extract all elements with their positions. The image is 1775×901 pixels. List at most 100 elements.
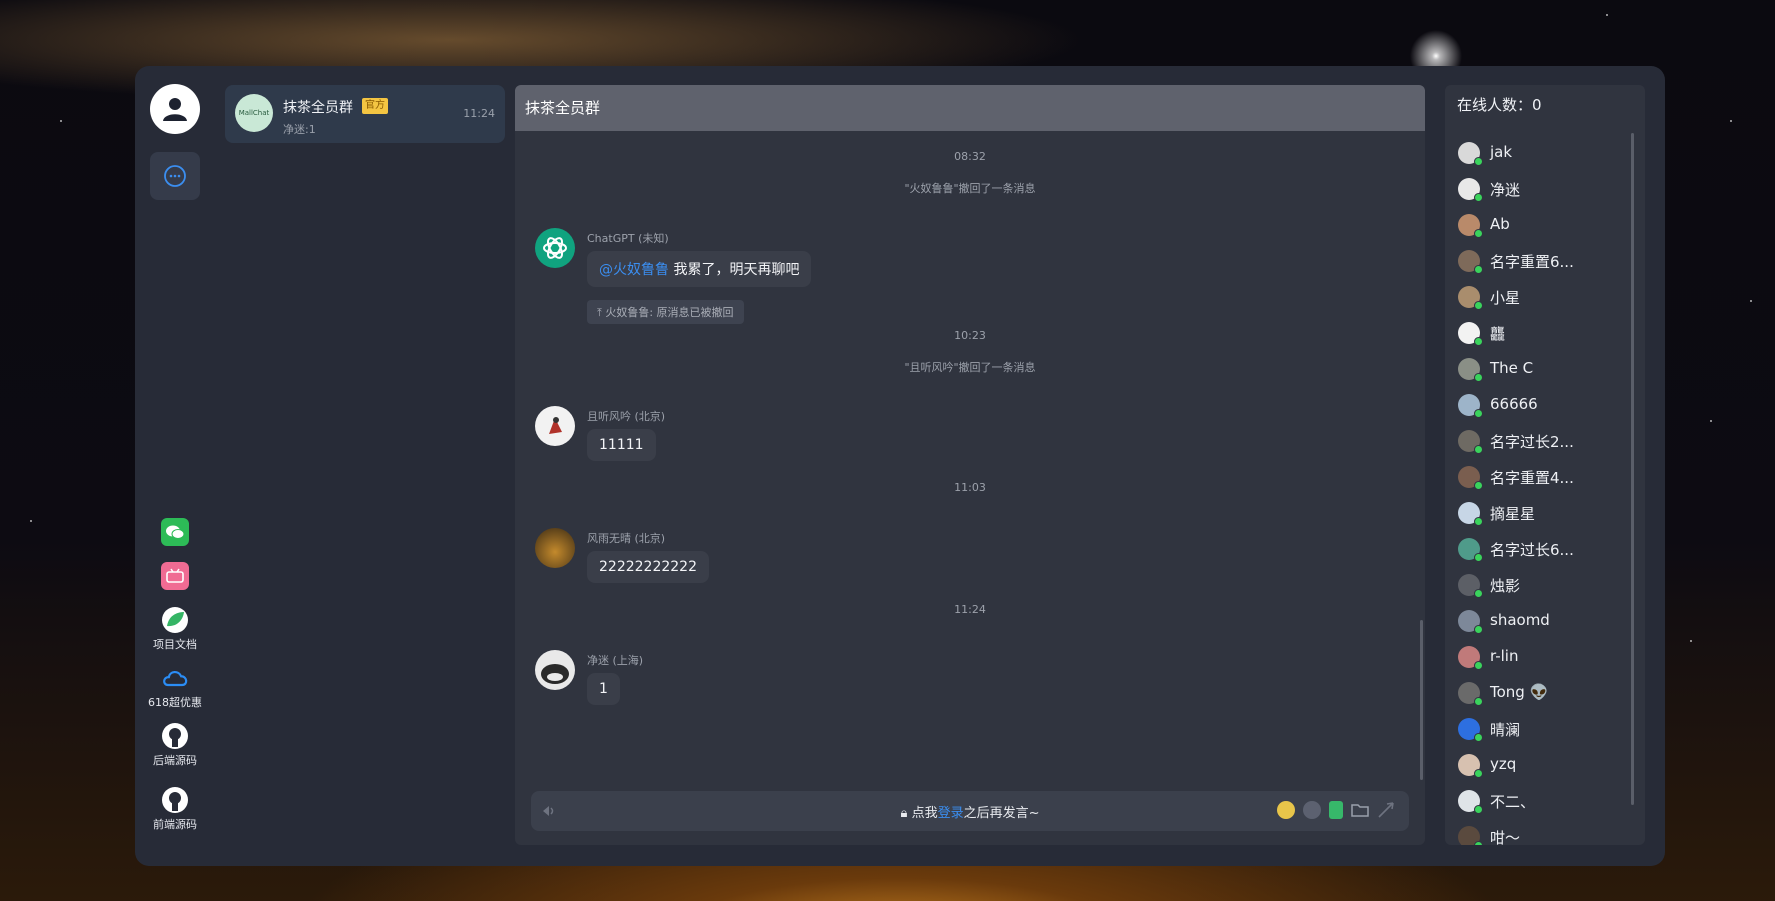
online-status-dot — [1474, 193, 1483, 202]
message-sender: 风雨无晴 (北京) — [587, 532, 666, 545]
online-user-item[interactable]: 咁～ — [1458, 826, 1623, 845]
message-composer[interactable]: 🔒︎ 点我登录之后再发言~ — [531, 791, 1409, 831]
online-user-item[interactable]: 名字过长2... — [1458, 430, 1623, 454]
backend-source-label: 后端源码 — [153, 754, 197, 767]
wechat-link[interactable] — [135, 518, 215, 548]
frontend-source-label: 前端源码 — [153, 818, 197, 831]
online-user-item[interactable]: The C — [1458, 358, 1623, 382]
openai-icon — [543, 237, 567, 259]
chat-bubble-icon — [164, 165, 186, 187]
user-avatar-button[interactable] — [150, 84, 200, 134]
document-leaf-icon — [161, 606, 189, 634]
bilibili-link[interactable] — [135, 562, 215, 592]
message-bubble[interactable]: 22222222222 — [587, 551, 709, 583]
github-icon — [161, 722, 189, 750]
online-status-dot — [1474, 229, 1483, 238]
online-user-item[interactable]: r-lin — [1458, 646, 1623, 670]
message-bubble[interactable]: @火奴鲁鲁 我累了，明天再聊吧 — [587, 251, 812, 287]
online-scrollbar[interactable] — [1631, 133, 1634, 805]
online-user-name: Tong 👽 — [1490, 683, 1549, 701]
online-status-dot — [1474, 805, 1483, 814]
online-status-dot — [1474, 625, 1483, 634]
chat-scrollbar[interactable] — [1420, 620, 1423, 780]
mention-link[interactable]: @火奴鲁鲁 — [599, 262, 669, 278]
online-user-item[interactable]: Tong 👽 — [1458, 682, 1623, 706]
online-status-dot — [1474, 373, 1483, 382]
promo-link[interactable]: 618超优惠 — [135, 664, 215, 710]
online-user-name: yzq — [1490, 755, 1517, 773]
backend-source-link[interactable]: 后端源码 — [135, 722, 215, 768]
online-user-name: jak — [1490, 143, 1513, 161]
online-user-item[interactable]: 摘星星 — [1458, 502, 1623, 526]
online-user-item[interactable]: Ab — [1458, 214, 1623, 238]
online-user-item[interactable]: 烛影 — [1458, 574, 1623, 598]
user-icon — [163, 98, 187, 121]
user-avatar[interactable] — [535, 650, 575, 690]
online-user-item[interactable]: 小星 — [1458, 286, 1623, 310]
online-status-dot — [1474, 337, 1483, 346]
online-user-item[interactable]: 晴澜 — [1458, 718, 1623, 742]
online-status-dot — [1474, 661, 1483, 670]
reply-quote[interactable]: ⤒ 火奴鲁鲁: 原消息已被撤回 — [587, 300, 744, 324]
avatar-image-icon — [549, 417, 562, 434]
online-user-item[interactable]: 名字重置6... — [1458, 250, 1623, 274]
reply-text: 火奴鲁鲁: 原消息已被撤回 — [605, 306, 734, 319]
bilibili-icon — [161, 562, 189, 590]
online-user-name: 咁～ — [1490, 829, 1521, 845]
frontend-source-link[interactable]: 前端源码 — [135, 786, 215, 832]
group-avatar: MallChat — [235, 94, 273, 132]
online-user-item[interactable]: shaomd — [1458, 610, 1623, 634]
login-link[interactable]: 登录 — [938, 806, 964, 821]
chat-panel: 抹茶全员群 08:32 "火奴鲁鲁"撤回了一条消息 ChatGPT (未知) @… — [515, 85, 1425, 845]
online-user-name: 小星 — [1490, 289, 1521, 307]
message-bubble[interactable]: 11111 — [587, 429, 656, 461]
left-rail: 项目文档 618超优惠 后端源码 前端源码 — [135, 66, 215, 866]
chat-nav-button[interactable] — [150, 152, 200, 200]
message-sender: 净迷 (上海) — [587, 654, 644, 667]
project-docs-label: 项目文档 — [153, 638, 197, 651]
online-status-dot — [1474, 265, 1483, 274]
online-status-dot — [1474, 589, 1483, 598]
online-user-item[interactable]: 名字过长6... — [1458, 538, 1623, 562]
online-status-dot — [1474, 733, 1483, 742]
online-user-name: 不二、 — [1490, 793, 1536, 811]
conversation-item[interactable]: MallChat 抹茶全员群 官方 净迷:1 11:24 — [225, 85, 505, 143]
online-user-item[interactable]: 名字重置4... — [1458, 466, 1623, 490]
emoji-icon[interactable] — [1277, 801, 1295, 819]
online-user-name: 66666 — [1490, 395, 1538, 413]
online-user-item[interactable]: yzq — [1458, 754, 1623, 778]
online-status-dot — [1474, 517, 1483, 526]
message-bubble[interactable]: 1 — [587, 673, 620, 705]
online-user-name: The C — [1490, 359, 1534, 377]
lock-icon: 🔒︎ — [900, 806, 908, 821]
conversation-preview: 净迷:1 — [283, 123, 316, 136]
online-status-dot — [1474, 769, 1483, 778]
online-user-name: 摘星星 — [1490, 505, 1536, 523]
chatgpt-avatar[interactable] — [535, 228, 575, 268]
online-status-dot — [1474, 301, 1483, 310]
online-user-name: 烛影 — [1490, 577, 1521, 595]
message-sender: 且听风吟 (北京) — [587, 410, 666, 423]
user-avatar[interactable] — [535, 528, 575, 568]
online-user-item[interactable]: jak — [1458, 142, 1623, 166]
github-icon — [161, 786, 189, 814]
online-user-item[interactable]: 66666 — [1458, 394, 1623, 418]
system-message: "火奴鲁鲁"撤回了一条消息 — [904, 182, 1036, 195]
online-status-dot — [1474, 697, 1483, 706]
online-user-item[interactable]: 净迷 — [1458, 178, 1623, 202]
online-user-item[interactable]: 不二、 — [1458, 790, 1623, 814]
group-avatar-text: MallChat — [238, 109, 270, 117]
send-icon[interactable] — [1377, 801, 1395, 819]
avatar-image-icon — [541, 664, 569, 684]
project-docs-link[interactable]: 项目文档 — [135, 606, 215, 652]
online-user-item[interactable]: 龘 — [1458, 322, 1623, 346]
mention-icon[interactable] — [1303, 801, 1321, 819]
image-icon[interactable] — [1329, 801, 1343, 819]
timestamp: 11:03 — [954, 481, 986, 494]
online-user-name: 晴澜 — [1490, 721, 1521, 739]
online-user-name: 龘 — [1490, 325, 1506, 343]
promo-label: 618超优惠 — [148, 696, 202, 709]
online-user-name: 名字重置6... — [1490, 253, 1574, 271]
folder-icon[interactable] — [1351, 801, 1369, 819]
user-avatar[interactable] — [535, 406, 575, 446]
